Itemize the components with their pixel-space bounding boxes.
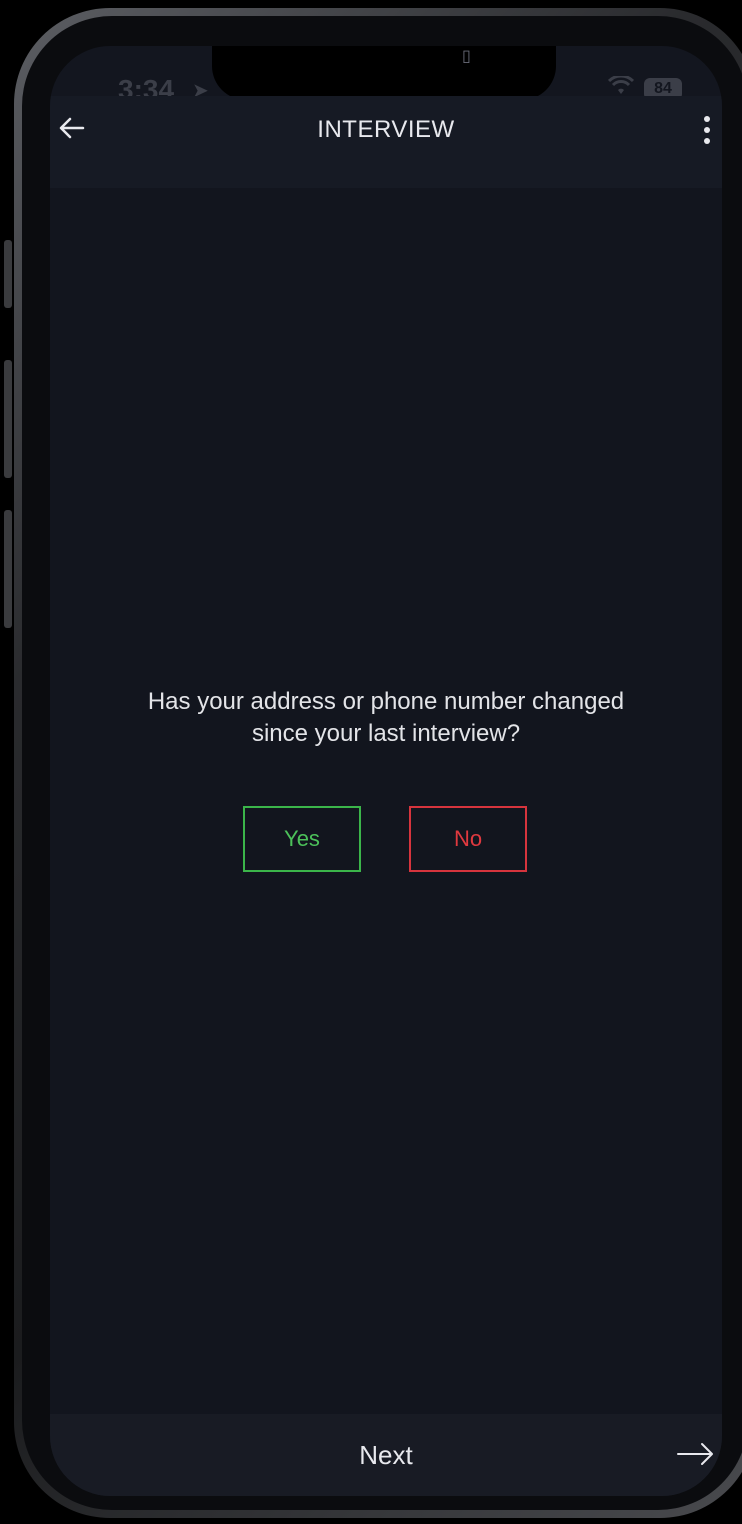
question-text: Has your address or phone number changed…	[50, 686, 722, 750]
menu-dot	[704, 116, 710, 122]
silent-switch	[4, 240, 12, 308]
camera-icon: ▯	[462, 48, 471, 65]
app-screen: 3:34 ➤ 84 ▯ INTERVIEW Has your address o…	[50, 46, 722, 1496]
question-line-2: since your last interview?	[251, 720, 521, 747]
arrow-right-icon	[677, 1443, 713, 1465]
next-button[interactable]: Next	[50, 1440, 722, 1471]
menu-dot	[704, 138, 710, 144]
volume-down-button	[4, 510, 12, 628]
menu-dot	[704, 127, 710, 133]
next-arrow-button[interactable]	[676, 1434, 716, 1474]
content-area: Has your address or phone number changed…	[50, 188, 722, 1414]
question-line-1: Has your address or phone number changed	[147, 688, 625, 715]
no-button[interactable]: No	[409, 806, 527, 872]
footer-bar: Next	[50, 1414, 722, 1496]
camera-notch: ▯	[212, 46, 556, 100]
page-title: INTERVIEW	[317, 116, 455, 143]
more-options-button[interactable]	[692, 110, 722, 150]
yes-button[interactable]: Yes	[243, 806, 361, 872]
volume-up-button	[4, 360, 12, 478]
